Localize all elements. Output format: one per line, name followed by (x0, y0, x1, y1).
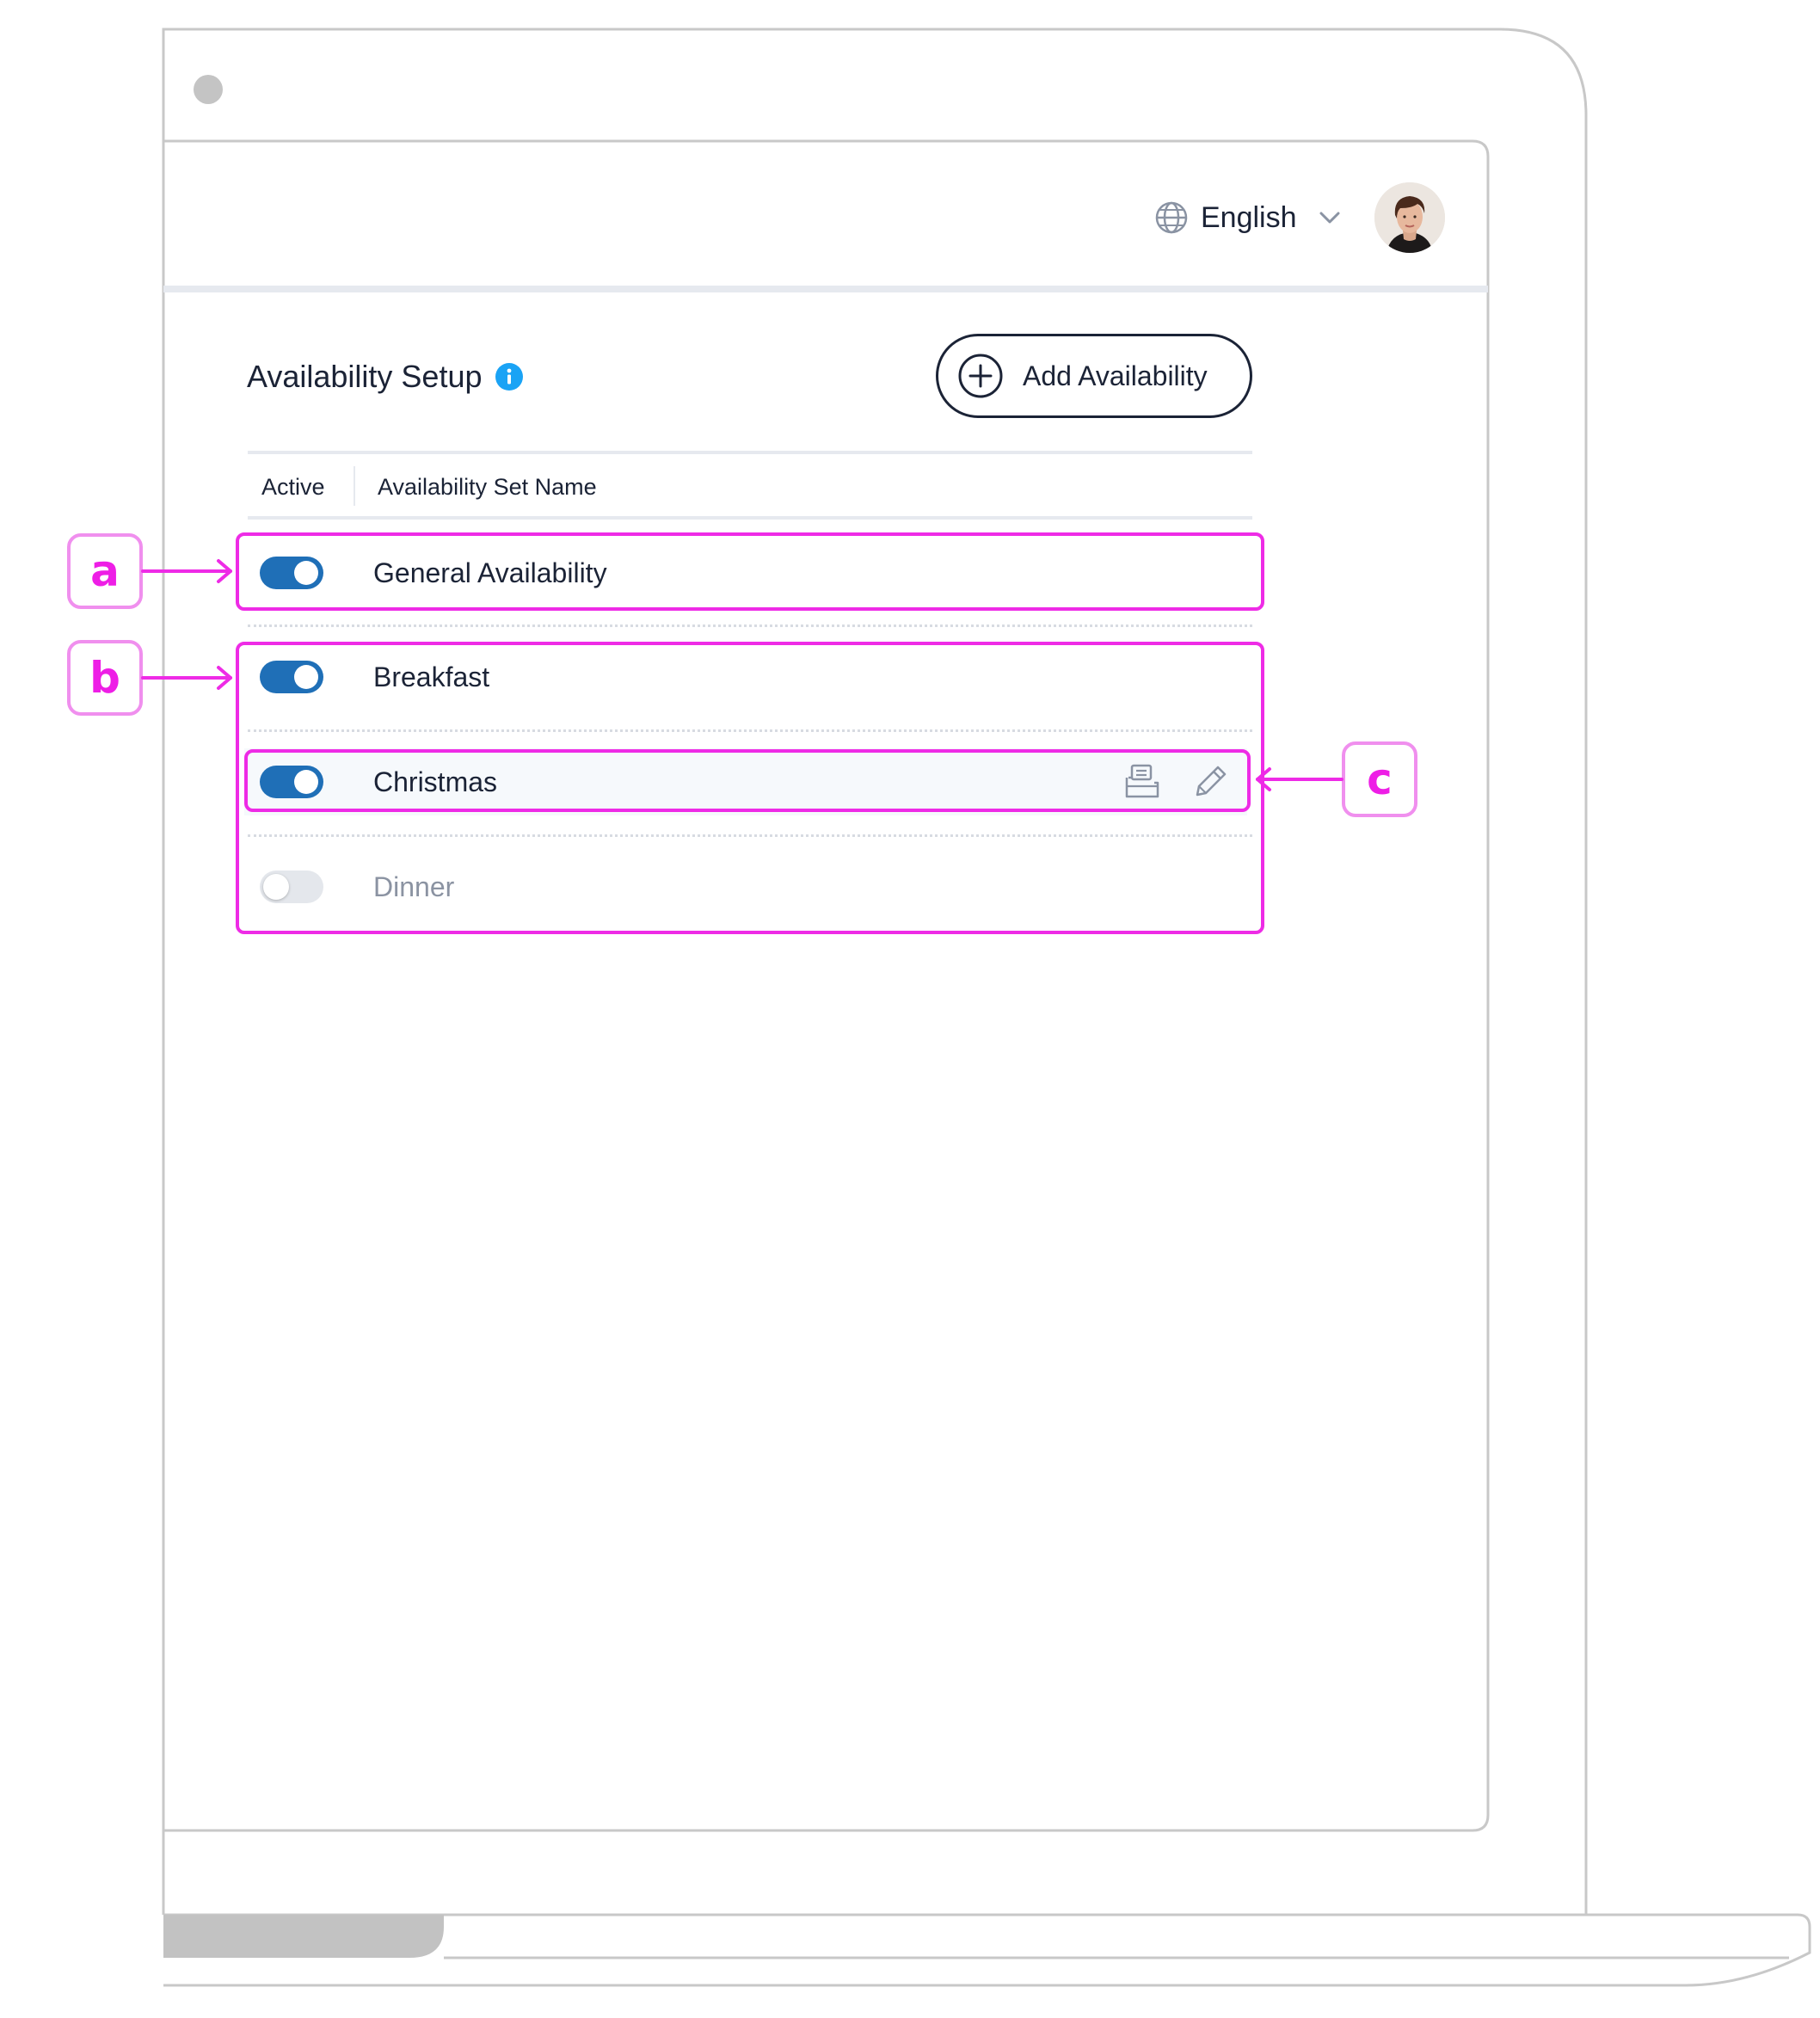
column-header-active: Active (261, 474, 325, 500)
callout-c: c (1342, 741, 1417, 817)
table-header-border (248, 516, 1252, 520)
header-divider (163, 286, 1488, 292)
avatar-portrait (1374, 182, 1445, 253)
avatar[interactable] (1374, 182, 1445, 253)
page-title: Availability Setup (247, 355, 524, 398)
table-top-border (248, 451, 1252, 454)
info-icon[interactable] (495, 362, 524, 391)
add-availability-label: Add Availability (1023, 360, 1208, 391)
language-selector[interactable]: English (1154, 198, 1343, 237)
column-header-name: Availability Set Name (378, 474, 597, 500)
row-divider (248, 624, 1252, 627)
add-availability-button[interactable]: Add Availability (936, 334, 1252, 418)
column-separator (354, 466, 355, 506)
language-label: English (1201, 200, 1297, 234)
chevron-down-icon (1319, 212, 1340, 224)
annotation-box-c (244, 749, 1251, 812)
callout-b: b (67, 640, 143, 716)
globe-icon (1155, 201, 1188, 234)
camera-dot (194, 75, 223, 104)
callout-a: a (67, 533, 143, 609)
plus-circle-icon (958, 354, 1003, 398)
page-title-text: Availability Setup (247, 359, 483, 394)
annotation-box-a (236, 532, 1264, 611)
laptop-frame (162, 28, 1811, 1987)
